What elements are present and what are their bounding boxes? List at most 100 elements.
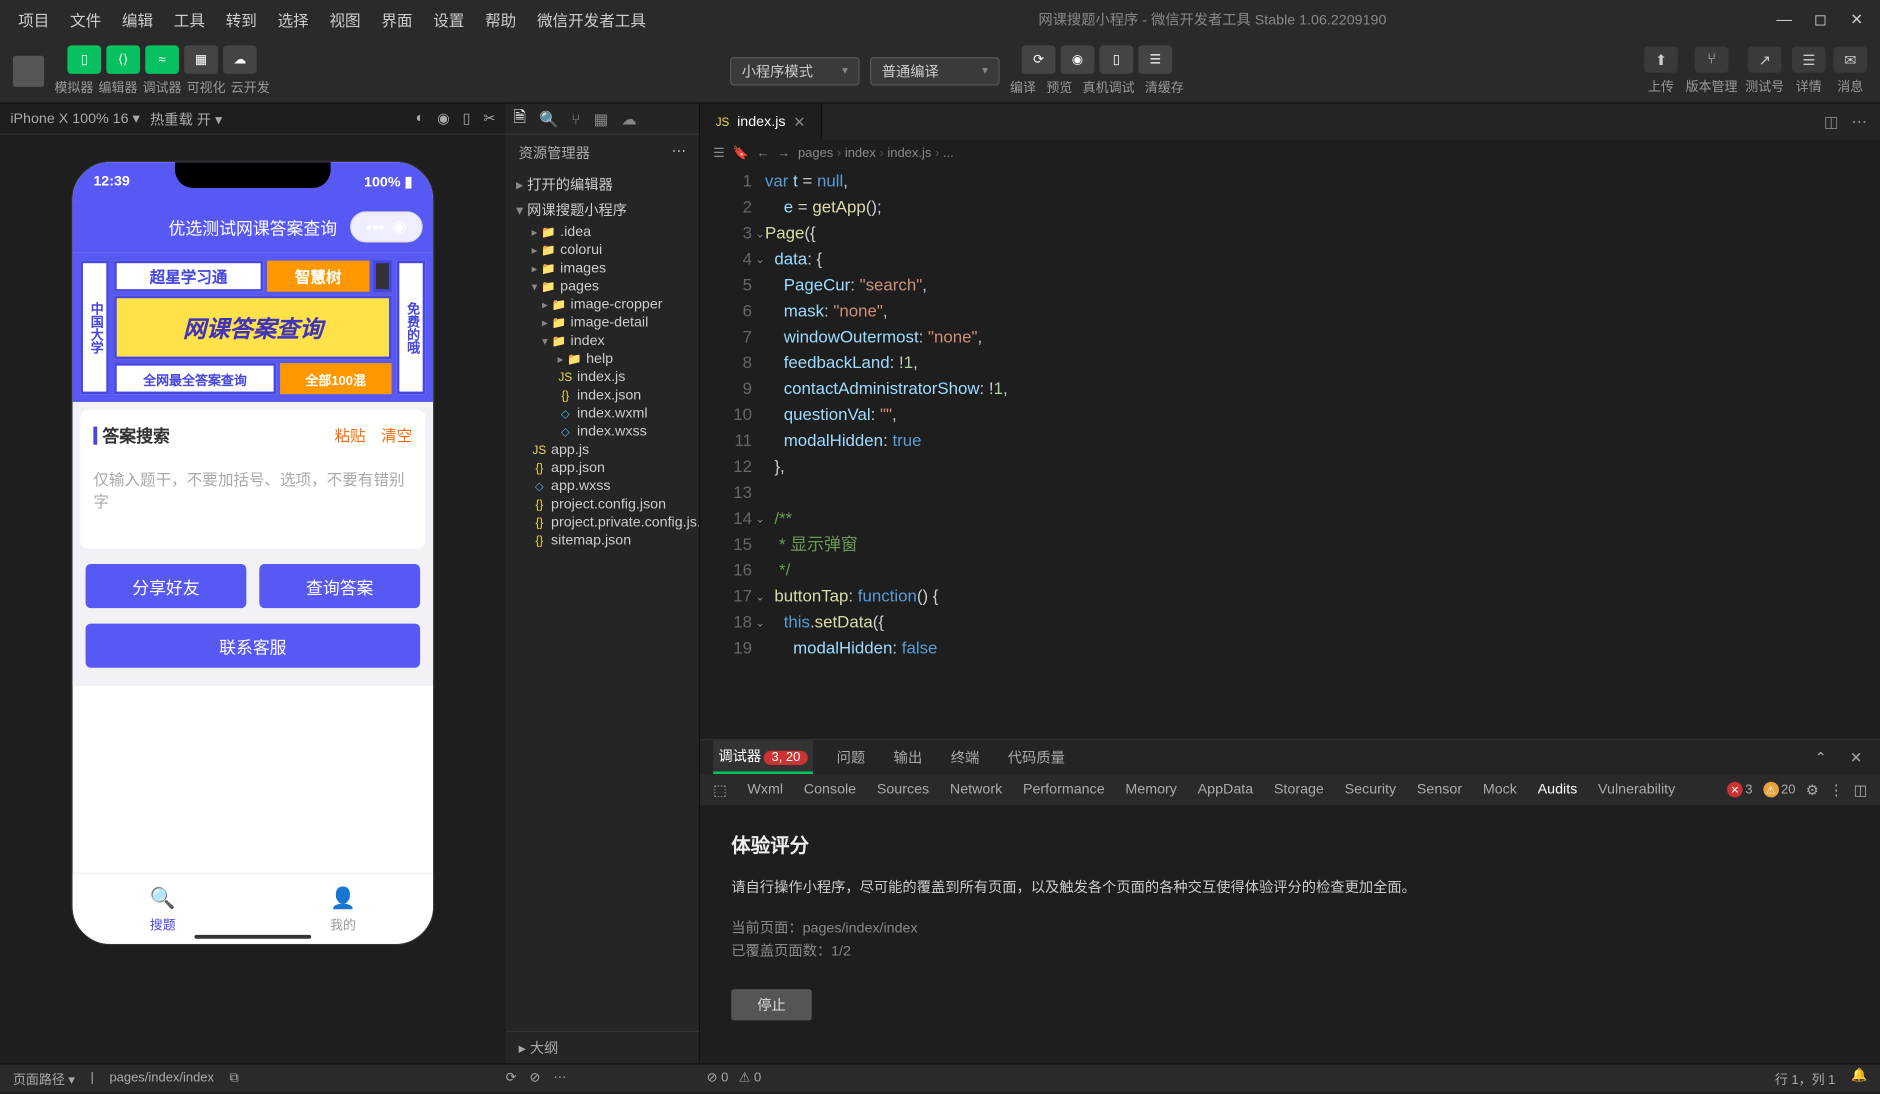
devtools-tab[interactable]: Vulnerability	[1598, 782, 1675, 798]
file-node[interactable]: {}project.private.config.js...	[506, 513, 699, 531]
stop-button[interactable]: 停止	[731, 990, 811, 1021]
refresh-icon[interactable]: ⟳	[1022, 45, 1056, 74]
more-icon[interactable]: ⋮	[1829, 781, 1843, 798]
devtools-tab[interactable]: Mock	[1483, 782, 1517, 798]
page-path[interactable]: pages/index/index	[109, 1071, 214, 1085]
folder-node[interactable]: 📁images	[506, 259, 699, 277]
menu-item[interactable]: 帮助	[477, 3, 524, 35]
share-button[interactable]: 分享好友	[86, 564, 247, 608]
minimize-icon[interactable]: —	[1771, 10, 1797, 28]
cloud-button[interactable]: ☁	[223, 45, 257, 74]
close-tab-icon[interactable]: ✕	[793, 113, 805, 130]
more-icon[interactable]: ⋯	[672, 143, 686, 164]
menu-item[interactable]: 工具	[166, 3, 213, 35]
sim-tool-icon[interactable]: ⟳	[506, 1071, 517, 1085]
file-node[interactable]: {}index.json	[506, 386, 699, 404]
notification-icon[interactable]: 🔔	[1851, 1068, 1867, 1087]
folder-node[interactable]: 📁pages	[506, 277, 699, 295]
devtools-tab[interactable]: Wxml	[747, 782, 783, 798]
search-input[interactable]: 仅输入题干，不要加括号、选项，不要有错别字	[93, 458, 412, 536]
clear-cache-icon[interactable]: ☰	[1138, 45, 1172, 74]
file-node[interactable]: JSindex.js	[506, 368, 699, 386]
tool-icon[interactable]: ⑂	[1695, 47, 1729, 73]
folder-node[interactable]: 📁colorui	[506, 241, 699, 259]
menu-item[interactable]: 文件	[62, 3, 109, 35]
menu-item[interactable]: 项目	[10, 3, 57, 35]
more-icon[interactable]: ⋯	[1852, 113, 1868, 131]
folder-node[interactable]: 📁.idea	[506, 223, 699, 241]
devtools-tab[interactable]: AppData	[1198, 782, 1254, 798]
devtools-tab[interactable]: Security	[1345, 782, 1397, 798]
copy-icon[interactable]: ⧉	[230, 1071, 239, 1085]
devtools-tab[interactable]: Storage	[1274, 782, 1324, 798]
debugger-tab[interactable]: 问题	[831, 742, 870, 773]
gear-icon[interactable]: ⚙	[1806, 781, 1819, 798]
breadcrumb[interactable]: ☰🔖←→ pages › index › index.js › ...	[700, 140, 1880, 166]
dock-icon[interactable]: ◫	[1854, 781, 1867, 798]
plugin-icon[interactable]: ☁	[621, 110, 637, 128]
project-section[interactable]: 网课搜题小程序	[506, 197, 699, 223]
debugger-button[interactable]: ≈	[145, 45, 179, 74]
debugger-tab[interactable]: 代码质量	[1003, 742, 1070, 773]
maximize-icon[interactable]: ◻	[1807, 10, 1833, 28]
sim-tool-icon[interactable]: ⋯	[553, 1071, 566, 1085]
devtools-tab[interactable]: Sources	[877, 782, 929, 798]
inspect-icon[interactable]: ⬚	[713, 781, 726, 798]
open-editors-section[interactable]: 打开的编辑器	[506, 171, 699, 197]
remote-debug-icon[interactable]: ▯	[1100, 45, 1134, 74]
devtools-tab[interactable]: Performance	[1023, 782, 1105, 798]
menu-item[interactable]: 视图	[322, 3, 369, 35]
compile-dropdown[interactable]: 普通编译	[870, 56, 1000, 85]
menu-item[interactable]: 选择	[270, 3, 317, 35]
menu-item[interactable]: 界面	[374, 3, 421, 35]
tool-icon[interactable]: ↗	[1748, 47, 1782, 73]
editor-tab[interactable]: JS index.js ✕	[700, 104, 822, 140]
folder-node[interactable]: 📁help	[506, 350, 699, 368]
tool-icon[interactable]: ⬆	[1644, 47, 1678, 73]
paste-button[interactable]: 粘贴	[334, 424, 365, 446]
tool-icon[interactable]: ✉	[1833, 47, 1867, 73]
files-icon[interactable]: 🗎	[513, 105, 526, 132]
devtools-tab[interactable]: Console	[804, 782, 856, 798]
page-path-label[interactable]: 页面路径 ▾	[13, 1068, 75, 1087]
menu-item[interactable]: 微信开发者工具	[529, 3, 653, 35]
search-icon[interactable]: 🔍	[539, 110, 558, 128]
folder-node[interactable]: 📁image-cropper	[506, 296, 699, 314]
tool-icon[interactable]: ☰	[1792, 47, 1826, 73]
file-node[interactable]: {}sitemap.json	[506, 532, 699, 550]
sim-icon[interactable]: ◉	[437, 110, 449, 127]
search-button[interactable]: 查询答案	[259, 564, 420, 608]
debugger-tab[interactable]: 输出	[888, 742, 927, 773]
hotreload-toggle[interactable]: 热重载 开 ▾	[150, 108, 222, 129]
contact-button[interactable]: 联系客服	[86, 624, 421, 668]
debugger-tab[interactable]: 调试器3, 20	[713, 740, 813, 774]
menu-item[interactable]: 转到	[218, 3, 265, 35]
devtools-tab[interactable]: Network	[950, 782, 1002, 798]
file-node[interactable]: ◇app.wxss	[506, 477, 699, 495]
file-node[interactable]: {}app.json	[506, 459, 699, 477]
menu-item[interactable]: 设置	[425, 3, 472, 35]
folder-node[interactable]: 📁index	[506, 332, 699, 350]
code-editor[interactable]: 123⌄4⌄567891011121314⌄151617⌄18⌄19 var t…	[700, 166, 1880, 739]
devtools-tab[interactable]: Sensor	[1417, 782, 1462, 798]
debugger-tab[interactable]: 终端	[946, 742, 985, 773]
split-icon[interactable]: ◫	[1824, 113, 1839, 131]
preview-icon[interactable]: ◉	[1061, 45, 1095, 74]
menu-item[interactable]: 编辑	[114, 3, 161, 35]
sim-icon[interactable]: ✂	[483, 110, 495, 127]
folder-node[interactable]: 📁image-detail	[506, 314, 699, 332]
outline-section[interactable]: ▸ 大纲	[506, 1031, 699, 1063]
file-node[interactable]: JSapp.js	[506, 441, 699, 459]
tab-search[interactable]: 🔍 搜题	[73, 874, 253, 944]
collapse-icon[interactable]: ⌃	[1809, 744, 1831, 771]
device-selector[interactable]: iPhone X 100% 16 ▾	[10, 110, 139, 127]
cursor-position[interactable]: 行 1，列 1	[1775, 1068, 1836, 1087]
clear-button[interactable]: 清空	[381, 424, 412, 446]
close-icon[interactable]: ✕	[1845, 744, 1867, 771]
ext-icon[interactable]: ▦	[594, 110, 609, 128]
devtools-tab[interactable]: Audits	[1538, 782, 1578, 798]
sim-tool-icon[interactable]: ⊘	[530, 1071, 541, 1085]
file-node[interactable]: {}project.config.json	[506, 495, 699, 513]
avatar[interactable]	[13, 55, 44, 86]
mode-dropdown[interactable]: 小程序模式	[730, 56, 860, 85]
